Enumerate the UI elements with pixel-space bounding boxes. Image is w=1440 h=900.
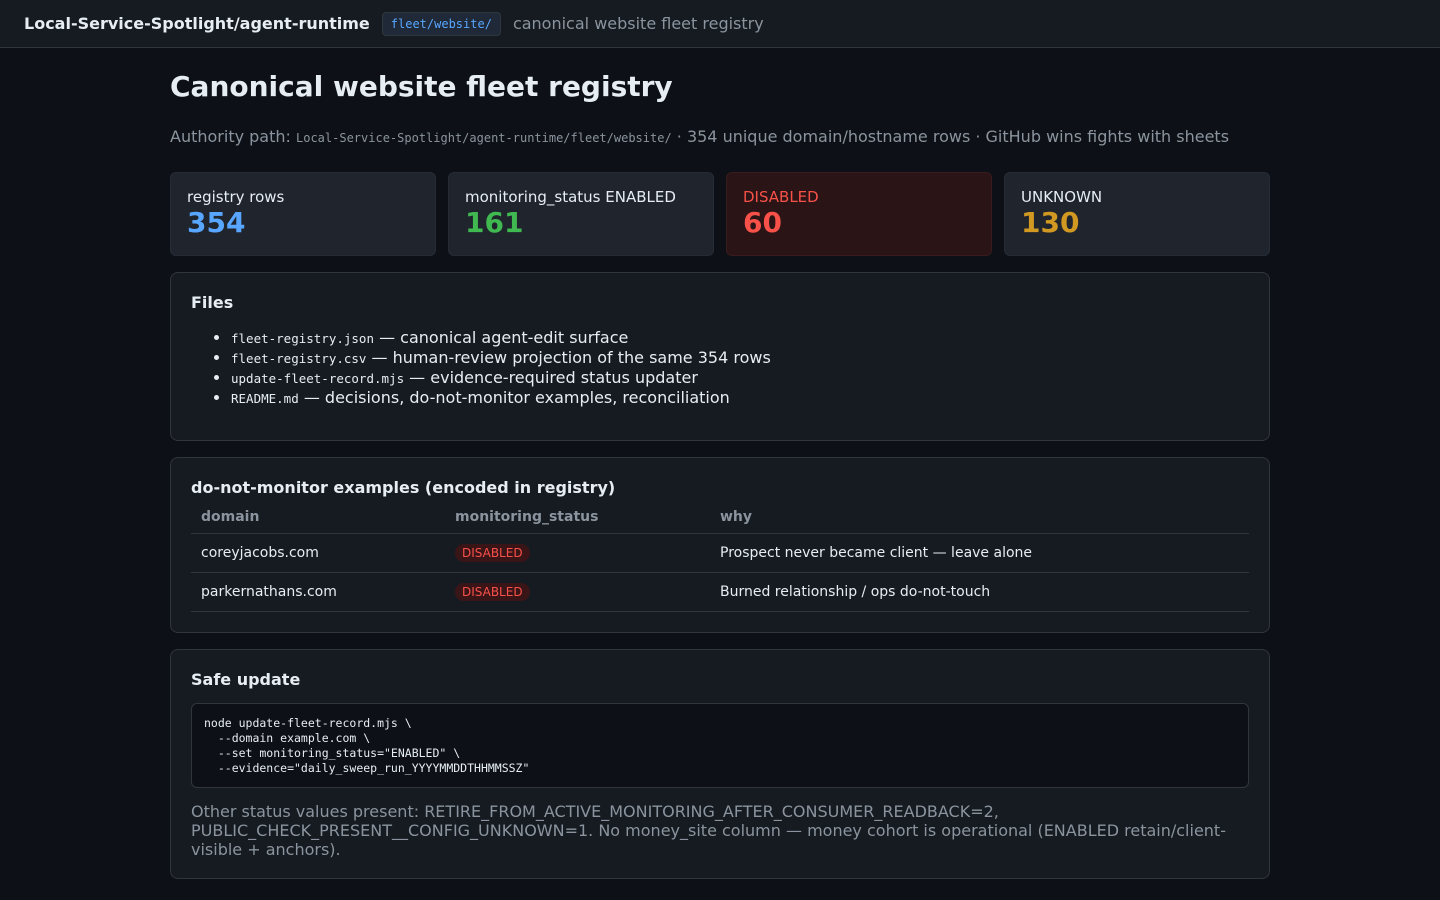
files-card: Files fleet-registry.json — canonical ag… bbox=[170, 272, 1270, 441]
safe-update-title: Safe update bbox=[191, 670, 301, 689]
table-row: parkernathans.com DISABLED Burned relati… bbox=[191, 572, 1249, 612]
subtitle-prefix: Authority path: bbox=[170, 127, 296, 146]
do-not-monitor-card: do-not-monitor examples (encoded in regi… bbox=[170, 457, 1270, 633]
cell-status: DISABLED bbox=[445, 572, 710, 612]
list-item: fleet-registry.json — canonical agent-ed… bbox=[231, 328, 1249, 348]
status-badge: DISABLED bbox=[455, 543, 530, 562]
stat-label: UNKNOWN bbox=[1021, 188, 1103, 206]
path-chip[interactable]: fleet/website/ bbox=[381, 11, 501, 36]
subtitle-suffix: · 354 unique domain/hostname rows · GitH… bbox=[671, 127, 1230, 146]
safe-update-card: Safe update node update-fleet-record.mjs… bbox=[170, 649, 1270, 879]
table-row: coreyjacobs.com DISABLED Prospect never … bbox=[191, 533, 1249, 573]
stat-unknown: UNKNOWN 130 bbox=[1004, 172, 1270, 256]
list-item: README.md — decisions, do-not-monitor ex… bbox=[231, 388, 1249, 408]
stat-value: 130 bbox=[1021, 206, 1080, 239]
file-name: fleet-registry.csv bbox=[231, 351, 367, 366]
top-description: canonical website fleet registry bbox=[512, 14, 764, 33]
stat-label: registry rows bbox=[187, 188, 285, 206]
code-block[interactable]: node update-fleet-record.mjs \ --domain … bbox=[191, 703, 1249, 788]
cell-domain: parkernathans.com bbox=[191, 572, 445, 612]
files-title: Files bbox=[191, 293, 234, 312]
main-content: Canonical website fleet registry Authori… bbox=[170, 48, 1270, 879]
column-header-status: monitoring_status bbox=[445, 501, 710, 534]
authority-path: Local-Service-Spotlight/agent-runtime/fl… bbox=[296, 131, 672, 145]
status-note: Other status values present: RETIRE_FROM… bbox=[191, 802, 1226, 859]
file-desc: — human-review projection of the same 35… bbox=[366, 348, 771, 367]
stat-label: DISABLED bbox=[743, 188, 819, 206]
column-header-why: why bbox=[710, 501, 1249, 534]
page-subtitle: Authority path: Local-Service-Spotlight/… bbox=[170, 127, 1270, 148]
cell-status: DISABLED bbox=[445, 533, 710, 573]
file-name: README.md bbox=[231, 391, 299, 406]
file-desc: — evidence-required status updater bbox=[404, 368, 698, 387]
cell-domain: coreyjacobs.com bbox=[191, 533, 445, 573]
repo-name[interactable]: Local-Service-Spotlight/agent-runtime bbox=[24, 14, 370, 33]
status-badge: DISABLED bbox=[455, 582, 530, 601]
column-header-domain: domain bbox=[191, 501, 445, 534]
page-title: Canonical website fleet registry bbox=[170, 70, 673, 103]
stat-value: 354 bbox=[187, 206, 246, 239]
stat-label: monitoring_status ENABLED bbox=[465, 188, 676, 206]
list-item: update-fleet-record.mjs — evidence-requi… bbox=[231, 368, 1249, 388]
top-bar: Local-Service-Spotlight/agent-runtime fl… bbox=[0, 0, 1440, 48]
do-not-monitor-table: domain monitoring_status why coreyjacobs… bbox=[191, 501, 1249, 612]
cell-why: Prospect never became client — leave alo… bbox=[710, 533, 1249, 573]
stat-value: 161 bbox=[465, 206, 524, 239]
do-not-monitor-title: do-not-monitor examples (encoded in regi… bbox=[191, 478, 616, 497]
files-list: fleet-registry.json — canonical agent-ed… bbox=[191, 328, 1249, 408]
file-name: update-fleet-record.mjs bbox=[231, 371, 405, 386]
file-desc: — canonical agent-edit surface bbox=[374, 328, 629, 347]
stat-disabled: DISABLED 60 bbox=[726, 172, 992, 256]
file-name: fleet-registry.json bbox=[231, 331, 374, 346]
stat-registry-rows: registry rows 354 bbox=[170, 172, 436, 256]
file-desc: — decisions, do-not-monitor examples, re… bbox=[298, 388, 730, 407]
cell-why: Burned relationship / ops do-not-touch bbox=[710, 572, 1249, 612]
stat-enabled: monitoring_status ENABLED 161 bbox=[448, 172, 714, 256]
stat-value: 60 bbox=[743, 206, 782, 239]
table-header-row: domain monitoring_status why bbox=[191, 501, 1249, 534]
stats-row: registry rows 354 monitoring_status ENAB… bbox=[170, 172, 1270, 256]
list-item: fleet-registry.csv — human-review projec… bbox=[231, 348, 1249, 368]
